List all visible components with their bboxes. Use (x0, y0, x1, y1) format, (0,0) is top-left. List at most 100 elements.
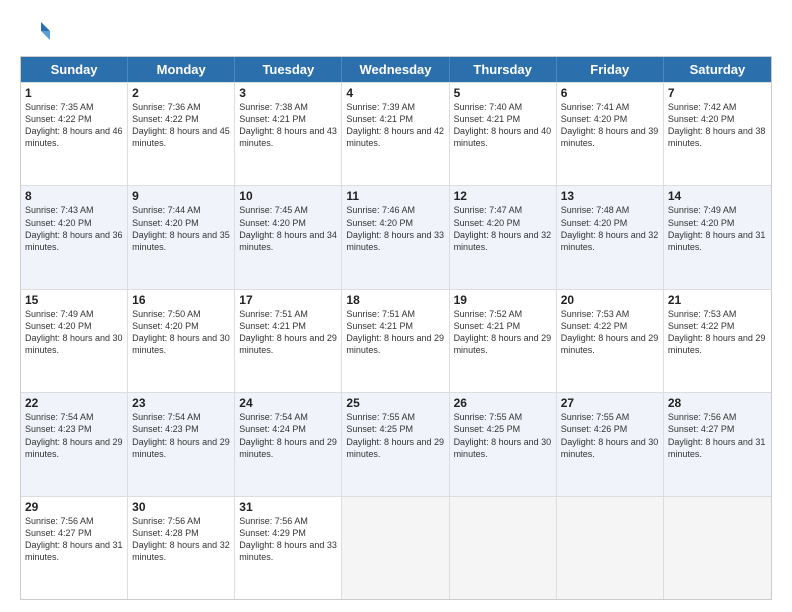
logo-icon (20, 16, 50, 46)
calendar-row-1: 1Sunrise: 7:35 AMSunset: 4:22 PMDaylight… (21, 82, 771, 185)
day-number: 2 (132, 86, 230, 100)
day-number: 25 (346, 396, 444, 410)
day-cell-24: 24Sunrise: 7:54 AMSunset: 4:24 PMDayligh… (235, 393, 342, 495)
day-number: 7 (668, 86, 767, 100)
logo (20, 16, 54, 46)
cell-info: Sunrise: 7:46 AMSunset: 4:20 PMDaylight:… (346, 204, 444, 253)
cell-info: Sunrise: 7:39 AMSunset: 4:21 PMDaylight:… (346, 101, 444, 150)
cell-info: Sunrise: 7:38 AMSunset: 4:21 PMDaylight:… (239, 101, 337, 150)
day-cell-5: 5Sunrise: 7:40 AMSunset: 4:21 PMDaylight… (450, 83, 557, 185)
day-number: 20 (561, 293, 659, 307)
day-cell-17: 17Sunrise: 7:51 AMSunset: 4:21 PMDayligh… (235, 290, 342, 392)
day-cell-7: 7Sunrise: 7:42 AMSunset: 4:20 PMDaylight… (664, 83, 771, 185)
cell-info: Sunrise: 7:40 AMSunset: 4:21 PMDaylight:… (454, 101, 552, 150)
day-cell-18: 18Sunrise: 7:51 AMSunset: 4:21 PMDayligh… (342, 290, 449, 392)
cell-info: Sunrise: 7:54 AMSunset: 4:24 PMDaylight:… (239, 411, 337, 460)
header-day-saturday: Saturday (664, 57, 771, 82)
day-number: 22 (25, 396, 123, 410)
day-number: 3 (239, 86, 337, 100)
day-cell-13: 13Sunrise: 7:48 AMSunset: 4:20 PMDayligh… (557, 186, 664, 288)
day-number: 27 (561, 396, 659, 410)
day-cell-26: 26Sunrise: 7:55 AMSunset: 4:25 PMDayligh… (450, 393, 557, 495)
day-cell-2: 2Sunrise: 7:36 AMSunset: 4:22 PMDaylight… (128, 83, 235, 185)
calendar-row-3: 15Sunrise: 7:49 AMSunset: 4:20 PMDayligh… (21, 289, 771, 392)
day-number: 9 (132, 189, 230, 203)
cell-info: Sunrise: 7:51 AMSunset: 4:21 PMDaylight:… (346, 308, 444, 357)
day-number: 10 (239, 189, 337, 203)
day-cell-28: 28Sunrise: 7:56 AMSunset: 4:27 PMDayligh… (664, 393, 771, 495)
cell-info: Sunrise: 7:45 AMSunset: 4:20 PMDaylight:… (239, 204, 337, 253)
day-cell-22: 22Sunrise: 7:54 AMSunset: 4:23 PMDayligh… (21, 393, 128, 495)
cell-info: Sunrise: 7:47 AMSunset: 4:20 PMDaylight:… (454, 204, 552, 253)
cell-info: Sunrise: 7:48 AMSunset: 4:20 PMDaylight:… (561, 204, 659, 253)
cell-info: Sunrise: 7:56 AMSunset: 4:29 PMDaylight:… (239, 515, 337, 564)
header-day-monday: Monday (128, 57, 235, 82)
day-cell-23: 23Sunrise: 7:54 AMSunset: 4:23 PMDayligh… (128, 393, 235, 495)
day-cell-29: 29Sunrise: 7:56 AMSunset: 4:27 PMDayligh… (21, 497, 128, 599)
header-day-sunday: Sunday (21, 57, 128, 82)
day-number: 15 (25, 293, 123, 307)
day-cell-3: 3Sunrise: 7:38 AMSunset: 4:21 PMDaylight… (235, 83, 342, 185)
empty-cell (342, 497, 449, 599)
cell-info: Sunrise: 7:54 AMSunset: 4:23 PMDaylight:… (132, 411, 230, 460)
cell-info: Sunrise: 7:52 AMSunset: 4:21 PMDaylight:… (454, 308, 552, 357)
day-cell-4: 4Sunrise: 7:39 AMSunset: 4:21 PMDaylight… (342, 83, 449, 185)
day-number: 8 (25, 189, 123, 203)
calendar-body: 1Sunrise: 7:35 AMSunset: 4:22 PMDaylight… (21, 82, 771, 599)
day-cell-1: 1Sunrise: 7:35 AMSunset: 4:22 PMDaylight… (21, 83, 128, 185)
day-cell-25: 25Sunrise: 7:55 AMSunset: 4:25 PMDayligh… (342, 393, 449, 495)
cell-info: Sunrise: 7:53 AMSunset: 4:22 PMDaylight:… (668, 308, 767, 357)
calendar-row-5: 29Sunrise: 7:56 AMSunset: 4:27 PMDayligh… (21, 496, 771, 599)
day-number: 16 (132, 293, 230, 307)
day-cell-30: 30Sunrise: 7:56 AMSunset: 4:28 PMDayligh… (128, 497, 235, 599)
day-number: 14 (668, 189, 767, 203)
day-number: 12 (454, 189, 552, 203)
day-number: 26 (454, 396, 552, 410)
cell-info: Sunrise: 7:51 AMSunset: 4:21 PMDaylight:… (239, 308, 337, 357)
day-number: 31 (239, 500, 337, 514)
page: SundayMondayTuesdayWednesdayThursdayFrid… (0, 0, 792, 612)
day-number: 1 (25, 86, 123, 100)
cell-info: Sunrise: 7:36 AMSunset: 4:22 PMDaylight:… (132, 101, 230, 150)
day-cell-12: 12Sunrise: 7:47 AMSunset: 4:20 PMDayligh… (450, 186, 557, 288)
cell-info: Sunrise: 7:41 AMSunset: 4:20 PMDaylight:… (561, 101, 659, 150)
cell-info: Sunrise: 7:55 AMSunset: 4:25 PMDaylight:… (346, 411, 444, 460)
day-number: 18 (346, 293, 444, 307)
header-day-wednesday: Wednesday (342, 57, 449, 82)
header-day-friday: Friday (557, 57, 664, 82)
cell-info: Sunrise: 7:54 AMSunset: 4:23 PMDaylight:… (25, 411, 123, 460)
day-number: 6 (561, 86, 659, 100)
cell-info: Sunrise: 7:55 AMSunset: 4:26 PMDaylight:… (561, 411, 659, 460)
day-cell-20: 20Sunrise: 7:53 AMSunset: 4:22 PMDayligh… (557, 290, 664, 392)
day-number: 11 (346, 189, 444, 203)
day-number: 17 (239, 293, 337, 307)
cell-info: Sunrise: 7:56 AMSunset: 4:27 PMDaylight:… (668, 411, 767, 460)
calendar-row-4: 22Sunrise: 7:54 AMSunset: 4:23 PMDayligh… (21, 392, 771, 495)
day-number: 5 (454, 86, 552, 100)
cell-info: Sunrise: 7:44 AMSunset: 4:20 PMDaylight:… (132, 204, 230, 253)
cell-info: Sunrise: 7:56 AMSunset: 4:28 PMDaylight:… (132, 515, 230, 564)
cell-info: Sunrise: 7:43 AMSunset: 4:20 PMDaylight:… (25, 204, 123, 253)
day-cell-16: 16Sunrise: 7:50 AMSunset: 4:20 PMDayligh… (128, 290, 235, 392)
day-number: 28 (668, 396, 767, 410)
day-number: 4 (346, 86, 444, 100)
header (20, 16, 772, 46)
day-number: 21 (668, 293, 767, 307)
day-cell-9: 9Sunrise: 7:44 AMSunset: 4:20 PMDaylight… (128, 186, 235, 288)
day-number: 30 (132, 500, 230, 514)
day-number: 24 (239, 396, 337, 410)
header-day-tuesday: Tuesday (235, 57, 342, 82)
calendar-header: SundayMondayTuesdayWednesdayThursdayFrid… (21, 57, 771, 82)
day-cell-15: 15Sunrise: 7:49 AMSunset: 4:20 PMDayligh… (21, 290, 128, 392)
day-cell-14: 14Sunrise: 7:49 AMSunset: 4:20 PMDayligh… (664, 186, 771, 288)
cell-info: Sunrise: 7:53 AMSunset: 4:22 PMDaylight:… (561, 308, 659, 357)
cell-info: Sunrise: 7:55 AMSunset: 4:25 PMDaylight:… (454, 411, 552, 460)
empty-cell (450, 497, 557, 599)
day-cell-6: 6Sunrise: 7:41 AMSunset: 4:20 PMDaylight… (557, 83, 664, 185)
day-number: 19 (454, 293, 552, 307)
calendar-row-2: 8Sunrise: 7:43 AMSunset: 4:20 PMDaylight… (21, 185, 771, 288)
cell-info: Sunrise: 7:49 AMSunset: 4:20 PMDaylight:… (668, 204, 767, 253)
cell-info: Sunrise: 7:56 AMSunset: 4:27 PMDaylight:… (25, 515, 123, 564)
day-cell-21: 21Sunrise: 7:53 AMSunset: 4:22 PMDayligh… (664, 290, 771, 392)
cell-info: Sunrise: 7:49 AMSunset: 4:20 PMDaylight:… (25, 308, 123, 357)
